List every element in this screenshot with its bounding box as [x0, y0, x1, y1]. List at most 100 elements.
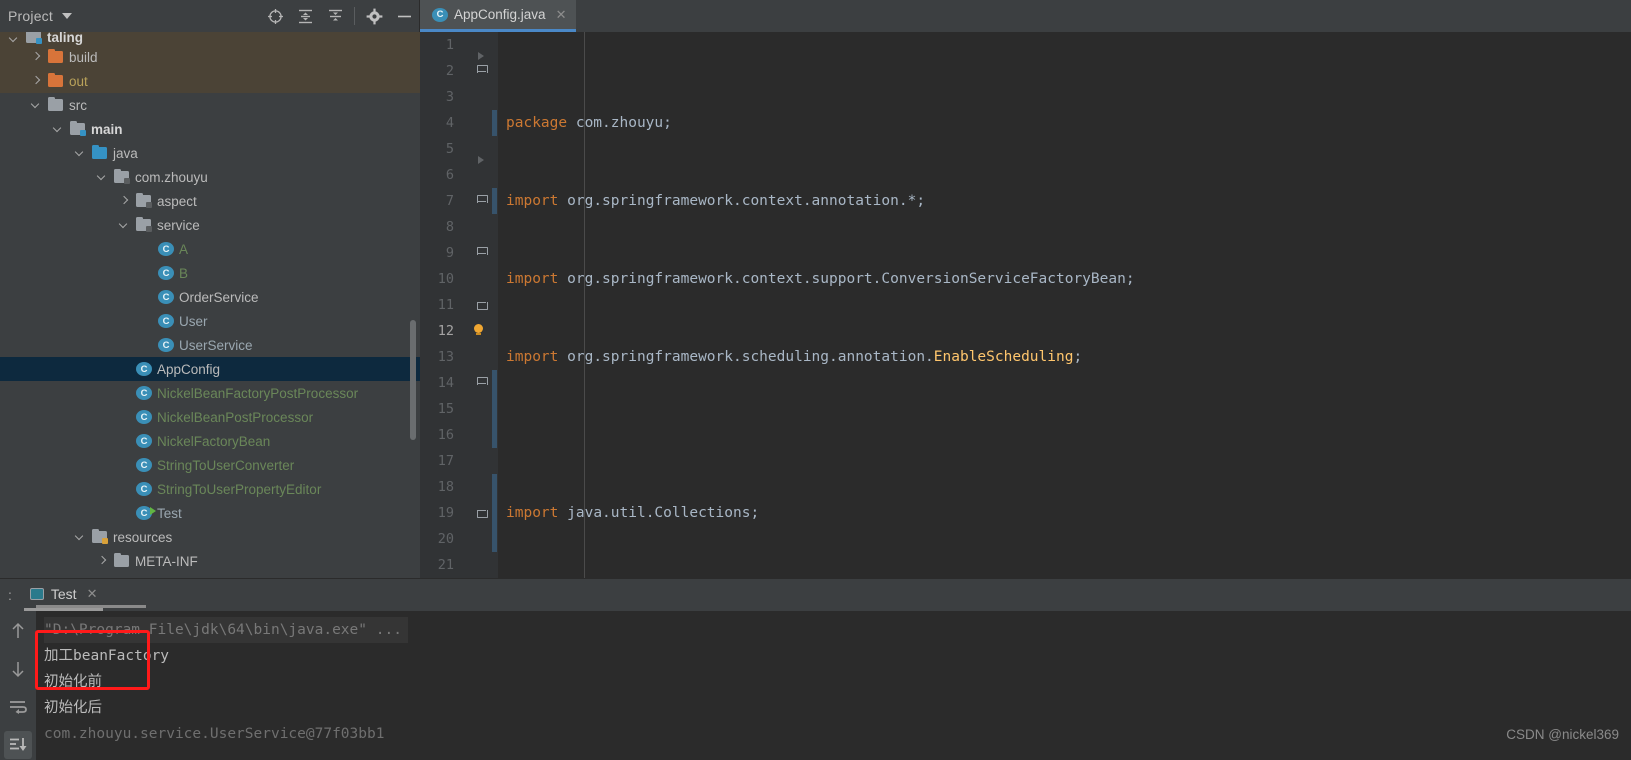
- expand-all-icon[interactable]: [290, 0, 320, 32]
- editor-gutter[interactable]: 1 2 3 4 5 6 7 8 9 10 11 12 13 14 15 16 17 18 19 20 21: [420, 32, 498, 578]
- line-number-15: 15: [437, 401, 454, 417]
- collapse-all-icon[interactable]: [320, 0, 350, 32]
- chevron-right-icon[interactable]: [118, 195, 130, 207]
- tree-item-user[interactable]: C User: [0, 309, 420, 333]
- folder-blue-icon: [92, 144, 108, 161]
- change-marker[interactable]: [492, 188, 497, 214]
- soft-wrap-icon[interactable]: [4, 693, 32, 721]
- tree-item-meta-inf[interactable]: META-INF: [0, 549, 420, 573]
- tree-item-aspect[interactable]: aspect: [0, 189, 420, 213]
- fold-marker-line2[interactable]: [477, 65, 488, 76]
- chevron-down-icon[interactable]: [30, 99, 42, 111]
- tree-item-nickelfactorybean[interactable]: C NickelFactoryBean: [0, 429, 420, 453]
- intention-bulb-icon[interactable]: [472, 324, 485, 337]
- editor-tabbar: C AppConfig.java ✕: [420, 0, 1631, 32]
- tree-item-label: StringToUserConverter: [157, 457, 295, 473]
- line-number-3: 3: [445, 89, 454, 105]
- chevron-down-icon[interactable]: [118, 219, 130, 231]
- tree-item-label: aspect: [157, 193, 197, 209]
- hide-panel-icon[interactable]: [389, 0, 419, 32]
- chevron-down-icon[interactable]: [96, 171, 108, 183]
- tree-item-service[interactable]: service: [0, 213, 420, 237]
- folder-grey-icon: [114, 552, 130, 569]
- close-icon[interactable]: ✕: [87, 586, 98, 602]
- line-number-18: 18: [437, 479, 454, 495]
- tree-item-main[interactable]: main: [0, 117, 420, 141]
- chevron-right-icon[interactable]: [30, 75, 42, 87]
- tree-item-label: com.zhouyu: [135, 169, 208, 185]
- java-class-icon: C: [158, 338, 174, 352]
- chevron-down-icon[interactable]: [8, 33, 20, 45]
- fold-marker-line4[interactable]: [478, 156, 484, 164]
- run-tool-window: : Test ✕ "D:\Program File\jdk\64\bin\jav…: [0, 578, 1631, 760]
- code-line-4: import org.springframework.scheduling.an…: [506, 349, 1083, 365]
- chevron-down-icon[interactable]: [52, 123, 64, 135]
- tree-item-resources[interactable]: resources: [0, 525, 420, 549]
- change-marker[interactable]: [492, 474, 497, 552]
- chevron-down-icon[interactable]: [74, 531, 86, 543]
- chevron-right-icon[interactable]: [30, 51, 42, 63]
- code-content[interactable]: package com.zhouyu; import org.springfra…: [498, 32, 1631, 578]
- tree-item-orderservice[interactable]: C OrderService: [0, 285, 420, 309]
- tree-item-label: taling: [47, 32, 83, 45]
- change-marker[interactable]: [492, 370, 497, 448]
- run-panel-prefix: :: [8, 587, 12, 603]
- code-editor[interactable]: 1 2 3 4 5 6 7 8 9 10 11 12 13 14 15 16 17 18 19 20 21 packag…: [420, 32, 1631, 578]
- console-output[interactable]: "D:\Program File\jdk\64\bin\java.exe" ..…: [36, 611, 1631, 760]
- fold-marker-line8[interactable]: [477, 247, 488, 258]
- tree-item-stringtouserconverter[interactable]: C StringToUserConverter: [0, 453, 420, 477]
- settings-gear-icon[interactable]: [359, 0, 389, 32]
- fold-marker-line18[interactable]: [477, 507, 488, 518]
- tree-item-build[interactable]: build: [0, 45, 420, 69]
- fold-marker-line6[interactable]: [477, 195, 488, 206]
- tree-item-com-zhouyu[interactable]: com.zhouyu: [0, 165, 420, 189]
- tree-item-userservice[interactable]: C UserService: [0, 333, 420, 357]
- project-tree[interactable]: taling build out src main java com.zhouyu aspec…: [0, 32, 420, 578]
- run-tabbar: : Test ✕: [0, 579, 1631, 611]
- fold-marker-line10[interactable]: [477, 299, 488, 310]
- tree-item-java[interactable]: java: [0, 141, 420, 165]
- java-class-icon: C: [158, 242, 174, 256]
- code-line-6: import java.util.Collections;: [506, 505, 760, 521]
- locate-icon[interactable]: [260, 0, 290, 32]
- tree-item-out[interactable]: out: [0, 69, 420, 93]
- fold-marker-line13[interactable]: [477, 377, 488, 388]
- line-number-16: 16: [437, 427, 454, 443]
- java-class-icon: C: [158, 266, 174, 280]
- java-class-icon: C: [136, 362, 152, 376]
- close-icon[interactable]: ✕: [556, 7, 567, 23]
- editor-tab-appconfig[interactable]: C AppConfig.java ✕: [420, 0, 577, 32]
- tree-item-appconfig[interactable]: C AppConfig: [0, 357, 420, 381]
- tree-item-taling[interactable]: taling: [0, 32, 420, 45]
- console-line-text: "D:\Program File\jdk\64\bin\java.exe" ..…: [44, 617, 408, 643]
- tree-scrollbar[interactable]: [410, 320, 416, 440]
- line-number-5: 5: [445, 141, 454, 157]
- tree-item-nickelbeanpostprocessor[interactable]: C NickelBeanPostProcessor: [0, 405, 420, 429]
- project-panel-title[interactable]: Project: [8, 8, 53, 24]
- java-class-icon: C: [432, 7, 448, 22]
- folder-orange-icon: [48, 72, 64, 89]
- tree-item-nickelbeanfactorypostprocessor[interactable]: C NickelBeanFactoryPostProcessor: [0, 381, 420, 405]
- fold-marker-line1[interactable]: [478, 52, 484, 60]
- tree-item-src[interactable]: src: [0, 93, 420, 117]
- tree-item-a[interactable]: CA: [0, 237, 420, 261]
- tree-item-b[interactable]: CB: [0, 261, 420, 285]
- down-arrow-icon[interactable]: [4, 655, 32, 683]
- tree-item-label: service: [157, 217, 200, 233]
- code-line-2: import org.springframework.context.annot…: [506, 193, 926, 209]
- scroll-to-end-icon[interactable]: [4, 731, 32, 759]
- chevron-down-icon[interactable]: [61, 13, 72, 19]
- tree-item-test[interactable]: C Test: [0, 501, 420, 525]
- editor-scrollbar[interactable]: [1617, 64, 1631, 578]
- chevron-right-icon[interactable]: [96, 555, 108, 567]
- tree-item-label: resources: [113, 529, 173, 545]
- up-arrow-icon[interactable]: [4, 617, 32, 645]
- chevron-down-icon[interactable]: [74, 147, 86, 159]
- tree-item-stringtouserpropertyeditor[interactable]: C StringToUserPropertyEditor: [0, 477, 420, 501]
- tree-item-label: out: [69, 73, 88, 89]
- change-marker[interactable]: [492, 110, 497, 136]
